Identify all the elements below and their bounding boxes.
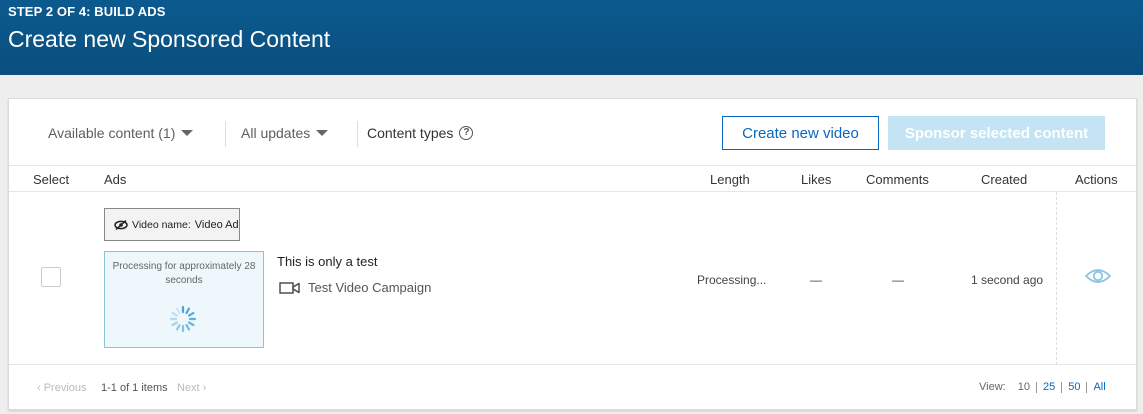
- caret-down-icon: [181, 130, 194, 136]
- page-title: Create new Sponsored Content: [8, 26, 331, 52]
- pagination-range: 1-1 of 1 items: [101, 382, 168, 394]
- video-name-tag[interactable]: Video name: Video Ad: [104, 208, 240, 241]
- video-name-value: Video Ad: [194, 218, 239, 231]
- column-header-comments: Comments: [866, 172, 929, 187]
- video-camera-icon: [279, 281, 300, 294]
- video-thumbnail: Processing for approximately 28 seconds: [104, 251, 264, 348]
- page-size-selector: View: 10 25 50 All: [979, 381, 1112, 393]
- column-header-ads: Ads: [104, 172, 127, 187]
- content-types-label: Content types: [367, 125, 454, 141]
- create-new-video-button[interactable]: Create new video: [722, 116, 879, 150]
- available-content-dropdown[interactable]: Available content (1): [48, 125, 194, 141]
- likes-value: —: [810, 273, 822, 287]
- caret-down-icon: [316, 130, 329, 136]
- campaign-info: Test Video Campaign: [279, 280, 431, 295]
- created-value: 1 second ago: [971, 273, 1044, 287]
- content-types-help[interactable]: Content types ?: [367, 125, 474, 141]
- page-size-10[interactable]: 10: [1012, 381, 1037, 393]
- video-name-label: Video name:: [132, 218, 191, 231]
- comments-value: —: [892, 273, 904, 287]
- loading-spinner-icon: [169, 305, 197, 333]
- step-indicator: STEP 2 OF 4: BUILD ADS: [8, 4, 166, 19]
- question-circle-icon[interactable]: ?: [459, 126, 474, 140]
- campaign-name: Test Video Campaign: [308, 280, 432, 295]
- eye-icon[interactable]: [1084, 266, 1112, 286]
- divider: [1056, 192, 1057, 365]
- content-panel: Available content (1) All updates Conten…: [8, 98, 1137, 410]
- page-size-25[interactable]: 25: [1037, 381, 1063, 393]
- updates-label: All updates: [241, 125, 311, 141]
- next-page-link[interactable]: Next ›: [177, 382, 206, 394]
- table-row: Video name: Video Ad Processing for appr…: [9, 192, 1136, 365]
- pagination-footer: ‹ Previous 1-1 of 1 items Next › View: 1…: [9, 366, 1136, 410]
- eye-slash-icon: [114, 219, 128, 230]
- updates-dropdown[interactable]: All updates: [241, 125, 329, 141]
- length-value: Processing...: [697, 273, 767, 287]
- view-label: View:: [979, 381, 1006, 393]
- select-checkbox[interactable]: [41, 267, 61, 287]
- divider: [225, 121, 226, 147]
- divider: [357, 121, 358, 147]
- column-header-likes: Likes: [801, 172, 832, 187]
- processing-message: Processing for approximately 28 seconds: [112, 261, 256, 286]
- toolbar: Available content (1) All updates Conten…: [9, 99, 1136, 166]
- available-content-label: Available content (1): [48, 125, 176, 141]
- ad-text: This is only a test: [277, 254, 378, 269]
- previous-page-link[interactable]: ‹ Previous: [37, 382, 87, 394]
- column-header-length: Length: [710, 172, 750, 187]
- sponsor-selected-content-button: Sponsor selected content: [888, 116, 1105, 150]
- page-size-all[interactable]: All: [1087, 381, 1111, 393]
- table-header: Select Ads Length Likes Comments Created…: [9, 166, 1136, 192]
- page-size-50[interactable]: 50: [1062, 381, 1088, 393]
- column-header-select: Select: [33, 172, 70, 187]
- column-header-created: Created: [981, 172, 1028, 187]
- column-header-actions: Actions: [1075, 172, 1118, 187]
- page-header: STEP 2 OF 4: BUILD ADS Create new Sponso…: [0, 0, 1143, 75]
